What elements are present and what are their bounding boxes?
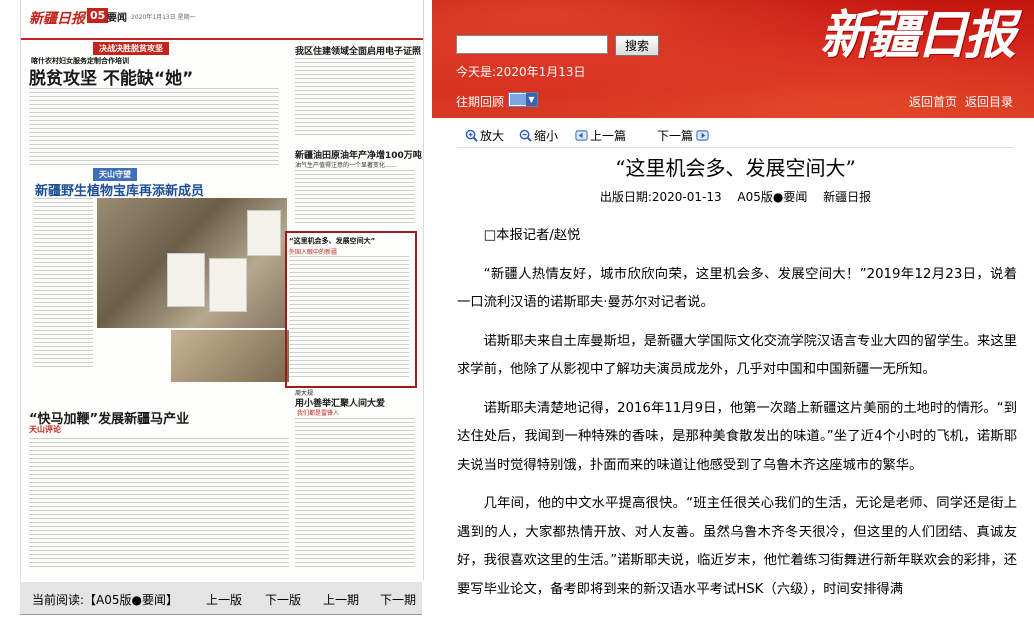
headline-poverty[interactable]: 脱贫攻坚 不能缺“她” bbox=[29, 64, 193, 89]
next-article-label: 下一篇 bbox=[657, 129, 694, 143]
zoom-in-button[interactable]: 放大 bbox=[465, 127, 504, 144]
headline-oilfield-sub: 油气生产值得注意的一个显著变化…… bbox=[295, 162, 398, 169]
arrow-right-icon bbox=[696, 130, 709, 141]
divider bbox=[20, 614, 422, 615]
article-body: □本报记者/赵悦 “新疆人热情友好，城市欣欣向荣，这里机会多、发展空间大！”20… bbox=[457, 222, 1017, 614]
page-section: 要闻 bbox=[107, 13, 127, 24]
highlight-headline: “这里机会多、发展空间大” bbox=[289, 237, 376, 245]
article-paragraph: 诺斯耶夫来自土库曼斯坦，是新疆大学国际文化交流学院汉语言专业大四的留学生。来这里… bbox=[457, 333, 1017, 378]
past-issues-label: 往期回顾 bbox=[456, 95, 505, 109]
search-input[interactable] bbox=[456, 35, 608, 54]
zoom-in-icon bbox=[465, 129, 478, 142]
zoom-out-label: 缩小 bbox=[534, 129, 559, 143]
headline-kindness-sub: 我们都是雷锋人 bbox=[297, 410, 340, 417]
article-title: “这里机会多、发展空间大” bbox=[615, 156, 856, 180]
article-text-block bbox=[33, 198, 93, 368]
next-article-button[interactable]: 下一篇 bbox=[657, 127, 709, 144]
article-text-block bbox=[295, 58, 415, 138]
next-issue-link[interactable]: 下一期 bbox=[380, 591, 416, 608]
article-text-block bbox=[295, 418, 415, 568]
arrow-left-icon bbox=[575, 130, 588, 141]
article-paragraph: 诺斯耶夫清楚地记得，2016年11月9日，他第一次踏上新疆这片美丽的土地时的情形… bbox=[457, 400, 1017, 473]
calendar-icon bbox=[510, 94, 526, 105]
page-date: 2020年1月13日 星期一 bbox=[131, 14, 196, 21]
zoom-in-label: 放大 bbox=[480, 129, 505, 143]
article-byline: □本报记者/赵悦 bbox=[483, 228, 581, 243]
brand-logo: 新疆日报 bbox=[820, 5, 1016, 66]
today-date: 今天是:2020年1月13日 bbox=[456, 65, 586, 79]
article-toolbar: 放大 缩小 上一篇 下一篇 bbox=[457, 122, 1014, 148]
prev-article-label: 上一篇 bbox=[590, 129, 627, 143]
article-text-block bbox=[29, 438, 289, 568]
highlight-kicker: 外国人眼中的新疆 bbox=[289, 249, 338, 256]
zoom-out-button[interactable]: 缩小 bbox=[519, 127, 558, 144]
masthead-logo: 新疆日报 bbox=[29, 11, 85, 27]
chevron-down-icon: ▼ bbox=[526, 93, 537, 106]
plants-photo bbox=[97, 198, 287, 328]
zoom-out-icon bbox=[519, 129, 532, 142]
page-navigation-bar: 当前阅读:【A05版●要闻】 上一版 下一版 上一期 下一期 bbox=[20, 582, 422, 614]
article-text-block bbox=[289, 256, 409, 380]
article-text-block bbox=[29, 88, 279, 166]
current-page-label: 当前阅读:【A05版●要闻】 bbox=[32, 593, 178, 607]
next-page-link[interactable]: 下一版 bbox=[265, 591, 301, 608]
article-meta: 出版日期:2020-01-13 A05版●要闻 新疆日报 bbox=[599, 190, 872, 204]
kicker-commentary: 天山评论 bbox=[29, 425, 61, 434]
headline-license[interactable]: 我区住建领域全面启用电子证照 bbox=[295, 44, 421, 57]
kicker-top: 决战决胜脱贫攻坚 bbox=[93, 42, 169, 55]
prev-issue-link[interactable]: 上一期 bbox=[323, 591, 359, 608]
article-paragraph: “新疆人热情友好，城市欣欣向荣，这里机会多、发展空间大！”2019年12月23日… bbox=[457, 266, 1017, 311]
prev-article-button[interactable]: 上一篇 bbox=[575, 127, 626, 144]
directory-link[interactable]: 返回目录 bbox=[965, 93, 1013, 110]
prev-page-link[interactable]: 上一版 bbox=[206, 591, 242, 608]
newspaper-panel: 新疆日报 05 要闻 2020年1月13日 星期一 决战决胜脱贫攻坚 喀什农村妇… bbox=[0, 0, 432, 620]
divider bbox=[457, 147, 1014, 148]
home-link[interactable]: 返回首页 bbox=[909, 93, 957, 110]
newspaper-page-image[interactable]: 新疆日报 05 要闻 2020年1月13日 星期一 决战决胜脱贫攻坚 喀什农村妇… bbox=[20, 0, 424, 580]
article-paragraph: 几年间，他的中文水平提高很快。“班主任很关心我们的生活，无论是老师、同学还是街上… bbox=[457, 496, 1017, 597]
headline-plants[interactable]: 新疆野生植物宝库再添新成员 bbox=[35, 180, 204, 199]
search-button[interactable]: 搜索 bbox=[615, 35, 659, 56]
past-issues-calendar-select[interactable]: ▼ bbox=[508, 92, 538, 107]
newspaper-masthead: 新疆日报 05 要闻 2020年1月13日 星期一 bbox=[21, 0, 423, 40]
plants-photo-small bbox=[171, 330, 289, 382]
article-text-block bbox=[295, 170, 415, 226]
page-number: 05 bbox=[87, 8, 109, 23]
